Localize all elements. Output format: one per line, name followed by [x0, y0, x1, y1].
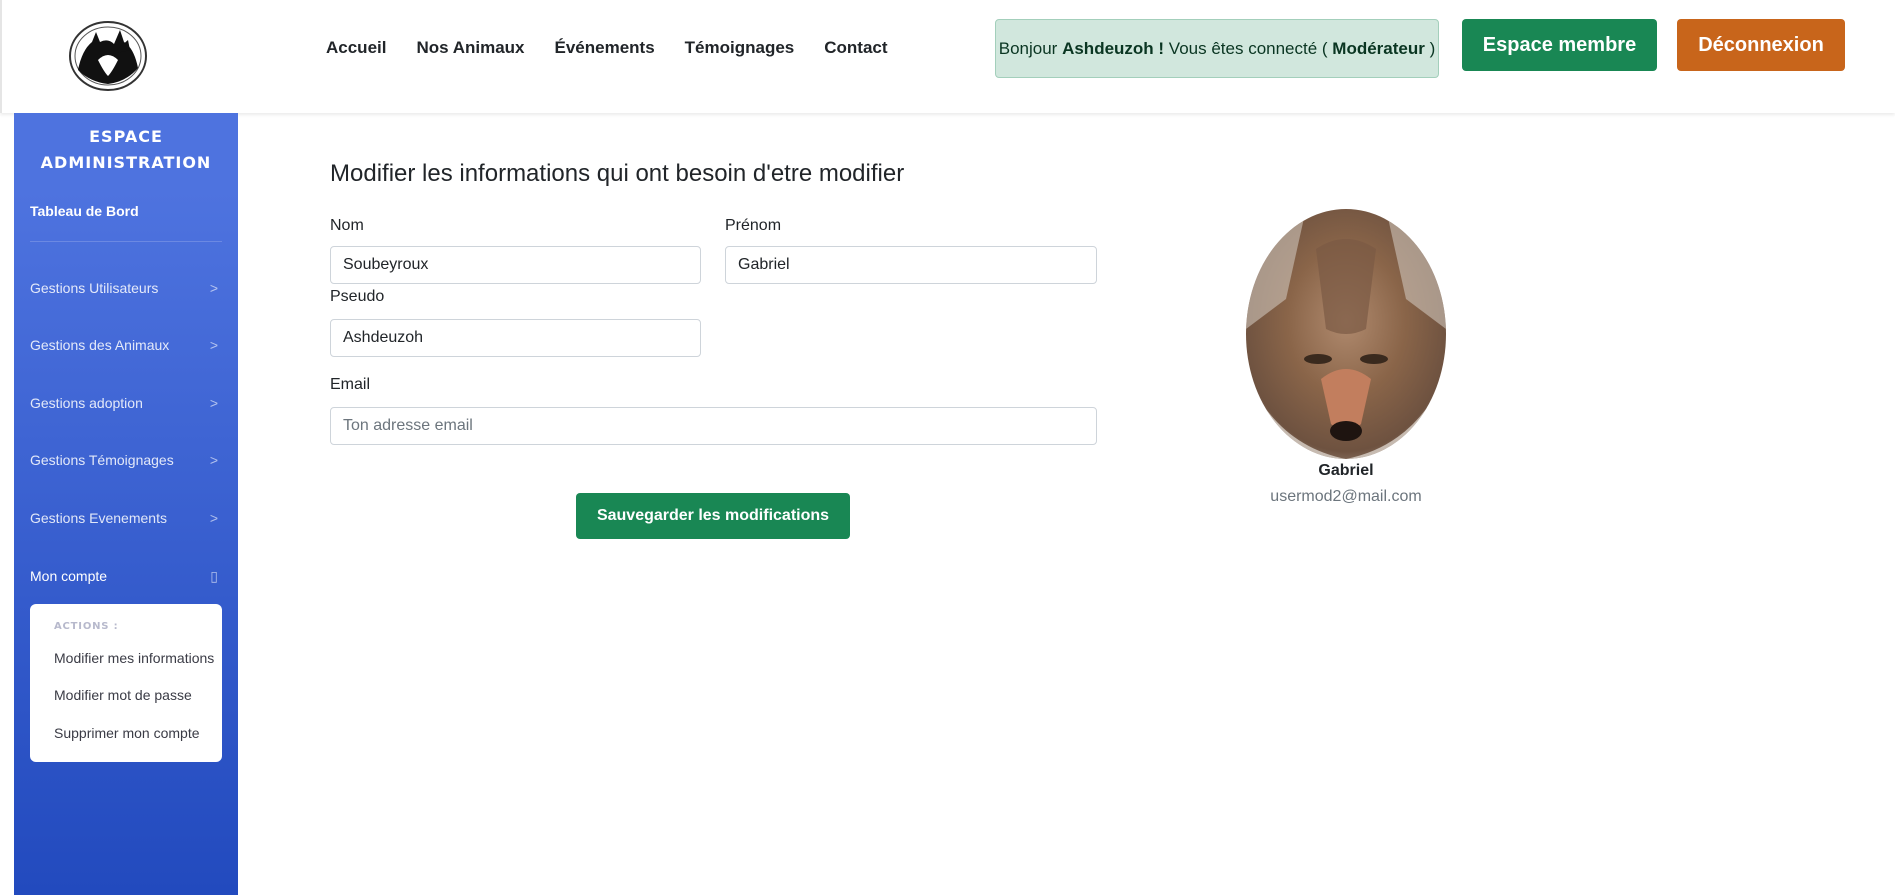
- sidebar-item-testimonials[interactable]: Gestions Témoignages >: [30, 446, 222, 474]
- greeting-role: Modérateur: [1332, 38, 1425, 58]
- profile-name: Gabriel: [1318, 462, 1374, 479]
- sidebar-divider: [30, 241, 222, 242]
- greeting-prefix: Bonjour: [998, 38, 1058, 58]
- account-actions-submenu: ACTIONS : Modifier mes informations Modi…: [30, 604, 222, 762]
- sidebar-item-dashboard[interactable]: Tableau de Bord: [30, 203, 139, 219]
- main-nav: Accueil Nos Animaux Événements Témoignag…: [326, 38, 918, 58]
- chevron-right-icon: >: [209, 510, 218, 526]
- nav-contact[interactable]: Contact: [824, 38, 887, 58]
- login-status-alert: Bonjour Ashdeuzoh ! Vous êtes connecté (…: [995, 19, 1439, 78]
- email-label: Email: [330, 376, 371, 393]
- sidebar-item-label: Gestions Utilisateurs: [30, 280, 159, 296]
- sidebar-title: ESPACE ADMINISTRATION: [14, 124, 238, 176]
- chevron-right-icon: >: [209, 452, 218, 468]
- submenu-item-change-password[interactable]: Modifier mot de passe: [54, 687, 192, 703]
- sidebar-item-users[interactable]: Gestions Utilisateurs >: [30, 274, 222, 302]
- prenom-label: Prénom: [725, 217, 782, 234]
- site-logo[interactable]: [68, 20, 148, 92]
- greeting-username: Ashdeuzoh: [1062, 38, 1154, 58]
- admin-sidebar: ESPACE ADMINISTRATION Tableau de Bord Ge…: [14, 113, 238, 895]
- sidebar-title-line1: ESPACE: [89, 127, 163, 146]
- save-changes-button[interactable]: Sauvegarder les modifications: [576, 493, 850, 539]
- greeting-exclaim: !: [1153, 38, 1165, 58]
- nav-temoignages[interactable]: Témoignages: [685, 38, 795, 58]
- nom-field[interactable]: [330, 246, 701, 284]
- nav-nos-animaux[interactable]: Nos Animaux: [416, 38, 524, 58]
- collapse-toggle-icon: ▯: [210, 567, 218, 584]
- profile-email: usermod2@mail.com: [1270, 488, 1422, 505]
- sidebar-item-label: Gestions Témoignages: [30, 452, 174, 468]
- actions-header: ACTIONS :: [54, 621, 119, 632]
- sidebar-item-animals[interactable]: Gestions des Animaux >: [30, 331, 222, 359]
- sidebar-title-line2: ADMINISTRATION: [40, 153, 212, 172]
- nav-evenements[interactable]: Événements: [555, 38, 655, 58]
- chevron-right-icon: >: [209, 280, 218, 296]
- pseudo-label: Pseudo: [330, 288, 385, 305]
- submenu-item-edit-info[interactable]: Modifier mes informations: [54, 650, 214, 666]
- sidebar-item-label: Gestions des Animaux: [30, 337, 170, 353]
- member-space-button[interactable]: Espace membre: [1462, 19, 1657, 71]
- page-title: Modifier les informations qui ont besoin…: [330, 160, 905, 187]
- chevron-right-icon: >: [209, 337, 218, 353]
- sidebar-item-adoption[interactable]: Gestions adoption >: [30, 389, 222, 417]
- sidebar-item-events[interactable]: Gestions Evenements >: [30, 504, 222, 532]
- submenu-item-delete-account[interactable]: Supprimer mon compte: [54, 725, 200, 741]
- sidebar-item-label: Mon compte: [30, 568, 108, 584]
- top-navbar: Accueil Nos Animaux Événements Témoignag…: [0, 0, 1895, 113]
- email-field[interactable]: [330, 407, 1097, 445]
- sidebar-item-label: Gestions Evenements: [30, 510, 167, 526]
- prenom-field[interactable]: [725, 246, 1097, 284]
- sidebar-item-my-account[interactable]: Mon compte ▯: [30, 562, 222, 590]
- greeting-middle: Vous êtes connecté (: [1164, 38, 1333, 58]
- profile-avatar: [1246, 209, 1446, 459]
- pseudo-field[interactable]: [330, 319, 701, 357]
- logout-button[interactable]: Déconnexion: [1677, 19, 1845, 71]
- greeting-suffix: ): [1424, 38, 1436, 58]
- chevron-right-icon: >: [209, 395, 218, 411]
- nav-accueil[interactable]: Accueil: [326, 38, 386, 58]
- sidebar-item-label: Gestions adoption: [30, 395, 143, 411]
- nom-label: Nom: [330, 217, 364, 234]
